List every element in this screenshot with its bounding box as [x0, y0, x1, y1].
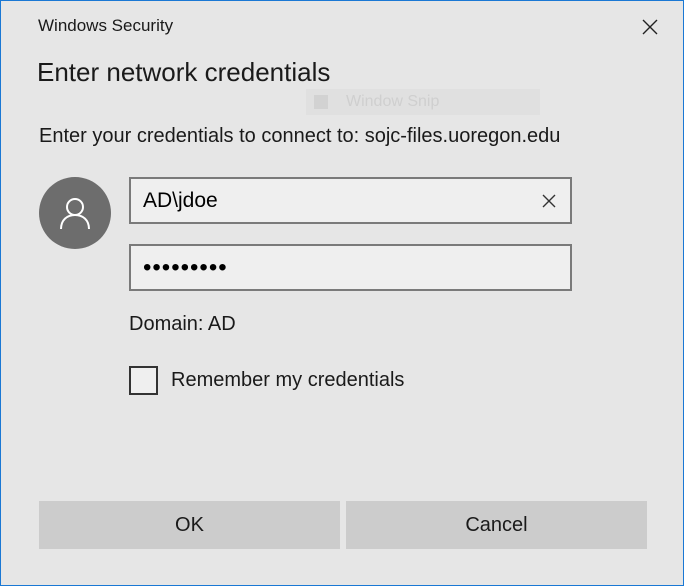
background-window-snip: Window Snip [306, 89, 540, 115]
username-field-container [129, 177, 572, 224]
password-field-container [129, 244, 572, 291]
credential-dialog: Windows Security Enter network credentia… [0, 0, 684, 586]
connection-target-text: Enter your credentials to connect to: so… [39, 125, 561, 147]
avatar [39, 177, 111, 249]
background-window-label: Window Snip [346, 93, 440, 110]
username-field[interactable] [131, 179, 570, 222]
remember-credentials-label: Remember my credentials [171, 369, 405, 391]
remember-credentials-checkbox[interactable] [129, 366, 158, 395]
clear-icon [542, 194, 556, 208]
clear-username-button[interactable] [536, 188, 562, 214]
dialog-heading: Enter network credentials [37, 57, 331, 87]
close-button[interactable] [633, 11, 667, 43]
password-field[interactable] [131, 246, 570, 289]
user-icon [60, 198, 90, 230]
window-title: Windows Security [38, 16, 174, 35]
close-icon [642, 19, 658, 35]
cancel-button[interactable]: Cancel [346, 501, 647, 549]
remember-credentials-option[interactable]: Remember my credentials [129, 366, 404, 395]
snip-app-icon [314, 95, 328, 109]
domain-text: Domain: AD [129, 313, 236, 335]
ok-button[interactable]: OK [39, 501, 340, 549]
